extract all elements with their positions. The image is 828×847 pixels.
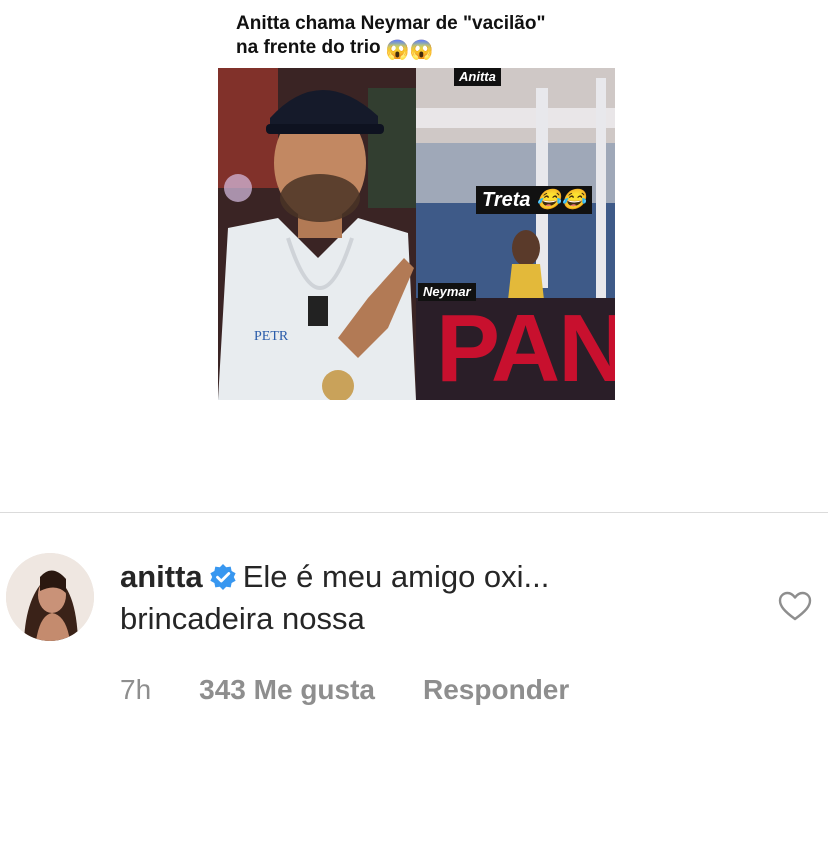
tag-neymar: Neymar	[418, 283, 476, 301]
avatar[interactable]	[6, 553, 94, 641]
tag-treta: Treta 😂😂	[476, 186, 592, 214]
svg-text:PETR: PETR	[254, 329, 289, 344]
comment-text-line-2: brincadeira nossa	[120, 601, 365, 636]
stage-sign: PANI	[436, 295, 615, 400]
headline-line-2: na frente do trio	[236, 37, 381, 58]
tag-anitta: Anitta	[454, 68, 501, 86]
laughing-emoji: 😂😂	[536, 189, 586, 211]
comment-username[interactable]: anitta	[120, 559, 203, 594]
neymar-photo: PETR	[218, 68, 416, 400]
stage-photo: PANI Anitta Treta 😂😂 Neymar	[416, 68, 615, 400]
comment-meta: 7h 343 Me gusta Responder	[120, 670, 569, 710]
post-headline: Anitta chama Neymar de "vacilão" na fren…	[236, 12, 616, 63]
comment-text-line-1: Ele é meu amigo oxi...	[242, 559, 550, 594]
headline-line-1: Anitta chama Neymar de "vacilão"	[236, 13, 546, 34]
tag-treta-label: Treta	[482, 189, 531, 211]
divider	[0, 512, 828, 513]
reply-button[interactable]: Responder	[423, 674, 569, 706]
comment-likes-count[interactable]: 343 Me gusta	[199, 674, 375, 706]
comment-time: 7h	[120, 674, 152, 705]
comment-body: anitta Ele é meu amigo oxi... brincadeira…	[120, 556, 760, 640]
scream-emoji: 😱😱	[385, 40, 434, 61]
like-heart-icon[interactable]	[778, 590, 812, 622]
post-image[interactable]: Anitta chama Neymar de "vacilão" na fren…	[0, 0, 828, 512]
verified-badge-icon	[210, 564, 236, 590]
